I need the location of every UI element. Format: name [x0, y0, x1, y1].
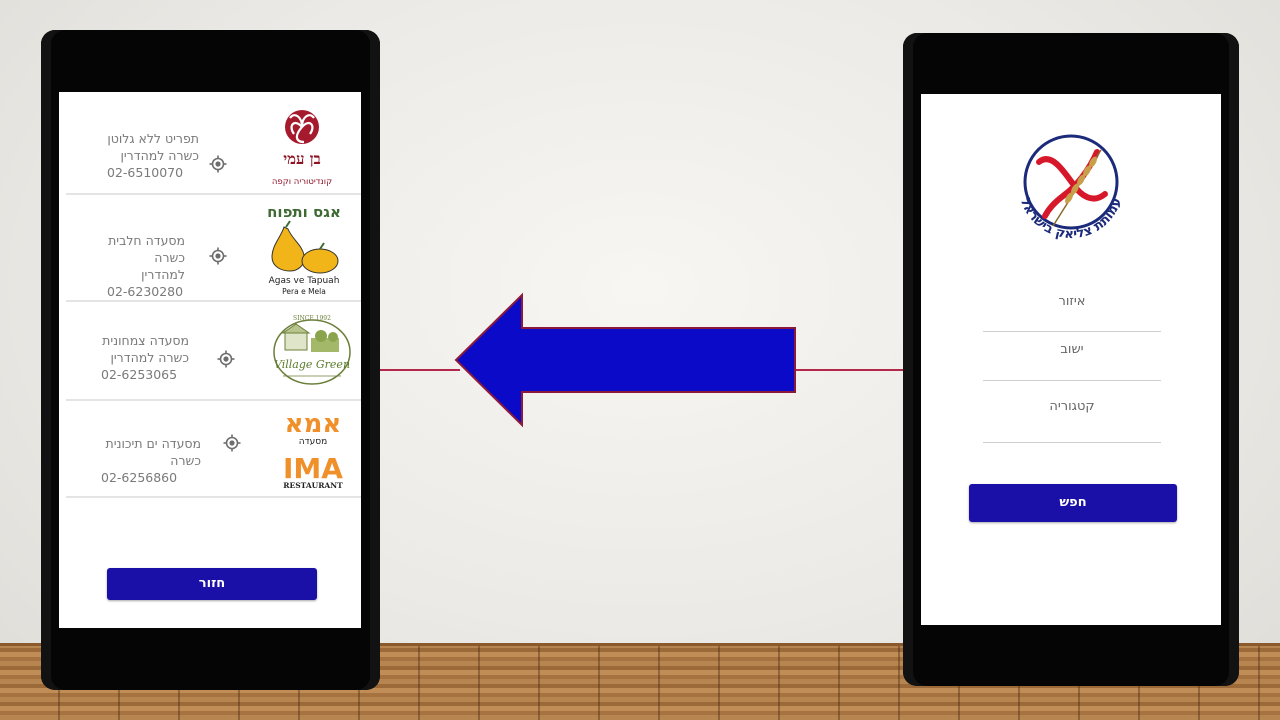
item-phone[interactable]: 02-6253065: [101, 366, 189, 383]
item-kashrut: כשרה למהדרין: [120, 148, 199, 163]
back-button[interactable]: חזור: [107, 568, 317, 600]
svg-text:קונדיטוריה וקפה: קונדיטוריה וקפה: [272, 177, 332, 187]
locate-icon[interactable]: [223, 434, 241, 452]
svg-text:מסעדה: מסעדה: [299, 437, 327, 447]
settlement-field[interactable]: [983, 380, 1161, 381]
item-details: תפריט ללא גלוטן כשרה למהדרין 02-6510070: [107, 130, 199, 181]
ima-restaurant-logo: אמא מסעדה IMA RESTAURANT: [283, 409, 343, 490]
search-phone: עמותת צליאק בישראל איזור ישוב קטגוריה חפ…: [903, 33, 1239, 686]
village-green-logo: SINCE 1992 Village Green: [273, 315, 351, 385]
item-details: מסעדה חלבית כשרה למהדרין 02-6230280: [107, 232, 185, 300]
item-category: תפריט ללא גלוטן: [107, 131, 199, 146]
category-field-label[interactable]: קטגוריה: [983, 399, 1161, 414]
item-kashrut: כשרה למהדרין: [110, 350, 189, 365]
svg-text:RESTAURANT: RESTAURANT: [283, 481, 343, 490]
category-field[interactable]: [983, 442, 1161, 443]
left-arrow-icon: [454, 292, 796, 428]
item-category: מסעדה ים תיכונית: [105, 436, 202, 451]
item-category: מסעדה צמחונית: [102, 333, 189, 348]
list-item[interactable]: בן עמי קונדיטוריה וקפה תפריט ללא גלוטן כ…: [59, 92, 361, 195]
svg-text:Village Green: Village Green: [274, 358, 350, 371]
settlement-field-label[interactable]: ישוב: [983, 342, 1161, 357]
logo-lettering: אמא: [285, 409, 342, 439]
item-phone[interactable]: 02-6230280: [107, 283, 185, 300]
search-screen: עמותת צליאק בישראל איזור ישוב קטגוריה חפ…: [921, 94, 1221, 625]
connector-line-left: [380, 369, 460, 371]
item-phone[interactable]: 02-6256860: [101, 469, 201, 486]
item-phone[interactable]: 02-6510070: [107, 164, 199, 181]
svg-text:SINCE 1992: SINCE 1992: [293, 315, 331, 322]
logo-lettering: אגס ותפוח: [267, 203, 341, 221]
area-field-label[interactable]: איזור: [983, 294, 1161, 309]
divider: [66, 399, 361, 401]
celiac-association-logo: עמותת צליאק בישראל: [1017, 134, 1125, 242]
locate-icon[interactable]: [209, 155, 227, 173]
list-item[interactable]: SINCE 1992 Village Green מסעדה צמחונית כ: [59, 302, 361, 400]
item-details: מסעדה צמחונית כשרה למהדרין 02-6253065: [101, 332, 189, 383]
area-field[interactable]: [983, 331, 1161, 332]
ben-ami-logo: בן עמי קונדיטוריה וקפה: [272, 110, 332, 187]
results-screen: בן עמי קונדיטוריה וקפה תפריט ללא גלוטן כ…: [59, 92, 361, 628]
search-button[interactable]: חפש: [969, 484, 1177, 522]
divider: [66, 496, 361, 498]
results-phone: בן עמי קונדיטוריה וקפה תפריט ללא גלוטן כ…: [41, 30, 380, 690]
item-category: מסעדה חלבית: [108, 233, 185, 248]
item-kashrut: כשרה למהדרין: [141, 250, 185, 282]
locate-icon[interactable]: [217, 350, 235, 368]
agas-ve-tapuah-logo: אגס ותפוח Agas ve Tapuah Pera e Mela: [267, 203, 341, 296]
item-kashrut: כשרה: [170, 453, 201, 468]
list-item[interactable]: אגס ותפוח Agas ve Tapuah Pera e Mela מסע…: [59, 195, 361, 301]
item-details: מסעדה ים תיכונית כשרה 02-6256860: [101, 435, 201, 486]
list-item[interactable]: אמא מסעדה IMA RESTAURANT מסעדה ים תיכוני…: [59, 402, 361, 496]
svg-text:Pera e Mela: Pera e Mela: [282, 287, 326, 296]
logo-lettering: בן עמי: [283, 150, 321, 168]
svg-text:Agas ve Tapuah: Agas ve Tapuah: [269, 276, 340, 286]
locate-icon[interactable]: [209, 247, 227, 265]
connector-line-right: [795, 369, 905, 371]
